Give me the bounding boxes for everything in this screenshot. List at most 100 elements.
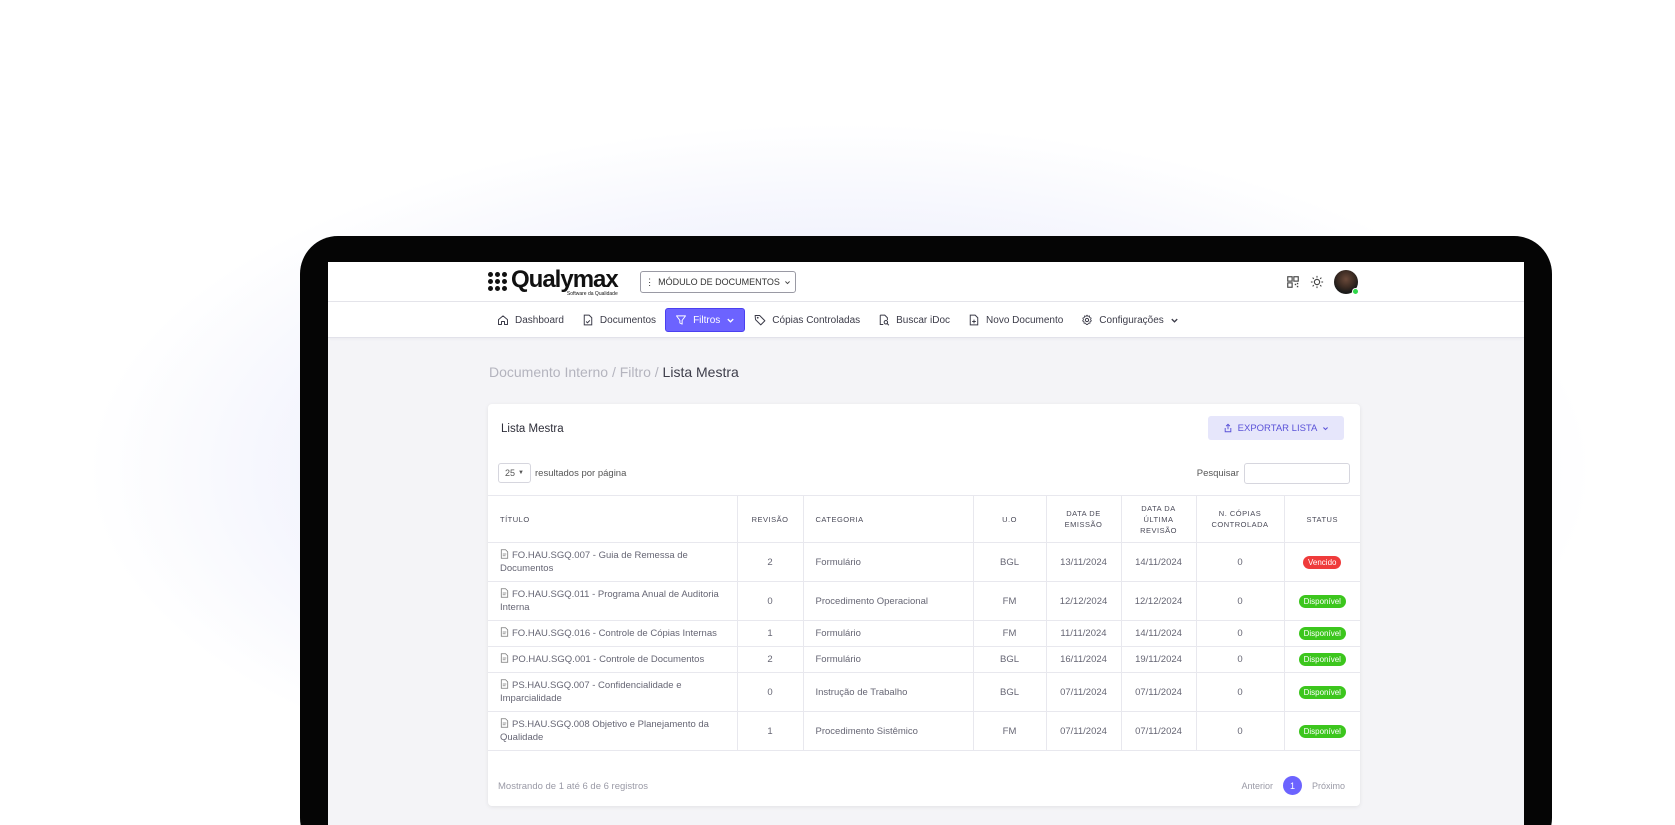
breadcrumb: Documento Interno / Filtro / Lista Mestr…	[489, 364, 739, 380]
cell-revisao: 1	[737, 711, 804, 751]
nav-item-dashboard[interactable]: Dashboard	[488, 308, 573, 332]
document-icon	[500, 588, 509, 598]
chevron-down-icon	[1323, 426, 1329, 430]
table-row[interactable]: PO.HAU.SGQ.001 - Controle de Documentos 2…	[488, 646, 1360, 673]
home-icon	[498, 315, 508, 325]
cell-titulo[interactable]: PS.HAU.SGQ.008 Objetivo e Planejamento d…	[488, 711, 738, 751]
status-badge: Disponível	[1298, 724, 1346, 738]
col-copias-controladas[interactable]: N. CÓPIAS CONTROLADA	[1196, 495, 1285, 543]
cell-titulo[interactable]: FO.HAU.SGQ.016 - Controle de Cópias Inte…	[488, 620, 738, 647]
logo[interactable]: Qualymax Software da Qualidade	[488, 266, 619, 297]
chevron-down-icon	[784, 280, 790, 284]
cell-categoria: Instrução de Trabalho	[803, 672, 974, 712]
cell-uo: BGL	[973, 542, 1047, 582]
breadcrumb-documento-interno[interactable]: Documento Interno	[489, 364, 608, 380]
cell-data-ultima-revisao: 14/11/2024	[1121, 620, 1197, 647]
cell-copias: 0	[1196, 581, 1285, 621]
cell-titulo[interactable]: PO.HAU.SGQ.001 - Controle de Documentos	[488, 646, 738, 673]
app-screen: Qualymax Software da Qualidade ⋮ MÓDULO …	[328, 262, 1524, 825]
avatar[interactable]	[1334, 270, 1359, 295]
cell-copias: 0	[1196, 672, 1285, 712]
table-row[interactable]: FO.HAU.SGQ.007 - Guia de Remessa de Docu…	[488, 542, 1360, 582]
cell-titulo[interactable]: PS.HAU.SGQ.007 - Confidencialidade e Imp…	[488, 672, 738, 712]
document-icon	[500, 549, 509, 559]
col-data-emissao[interactable]: DATA DE EMISSÃO	[1046, 495, 1122, 543]
main-nav: Dashboard Documentos Filtros Cópias Cont…	[328, 302, 1524, 338]
cell-uo: FM	[973, 620, 1047, 647]
document-check-icon	[583, 314, 593, 326]
sun-icon[interactable]	[1310, 275, 1324, 289]
document-icon	[500, 627, 509, 637]
module-selector-button[interactable]: ⋮ MÓDULO DE DOCUMENTOS	[640, 271, 796, 293]
cell-data-emissao: 12/12/2024	[1046, 581, 1122, 621]
pagination-page-1[interactable]: 1	[1282, 776, 1302, 795]
breadcrumb-current: Lista Mestra	[662, 364, 739, 380]
kebab-icon: ⋮	[645, 276, 655, 287]
logo-subtitle: Software da Qualidade	[566, 291, 618, 297]
document-icon	[500, 653, 509, 663]
cell-copias: 0	[1196, 620, 1285, 647]
breadcrumb-filtro[interactable]: Filtro	[620, 364, 651, 380]
col-revisao[interactable]: REVISÃO	[737, 495, 804, 543]
pagination-previous[interactable]: Anterior	[1241, 781, 1273, 791]
cell-uo: FM	[973, 581, 1047, 621]
document-icon	[500, 679, 509, 689]
caret-down-icon: ▼	[518, 470, 524, 476]
cell-revisao: 2	[737, 646, 804, 673]
chevron-down-icon	[727, 318, 734, 323]
col-status[interactable]: STATUS	[1284, 495, 1360, 543]
per-page-label: resultados por página	[535, 467, 627, 479]
cell-data-ultima-revisao: 14/11/2024	[1121, 542, 1197, 582]
cell-data-ultima-revisao: 19/11/2024	[1121, 646, 1197, 673]
cell-copias: 0	[1196, 646, 1285, 673]
col-categoria[interactable]: CATEGORIA	[803, 495, 974, 543]
nav-item-buscar-idoc[interactable]: Buscar iDoc	[869, 308, 959, 332]
module-button-label: MÓDULO DE DOCUMENTOS	[658, 277, 780, 287]
tag-icon	[754, 315, 766, 326]
cell-data-emissao: 13/11/2024	[1046, 542, 1122, 582]
col-uo[interactable]: U.O	[973, 495, 1047, 543]
table-row[interactable]: FO.HAU.SGQ.016 - Controle de Cópias Inte…	[488, 620, 1360, 647]
document-add-icon	[969, 314, 979, 326]
nav-item-documentos[interactable]: Documentos	[573, 308, 665, 332]
search-input[interactable]	[1244, 463, 1350, 484]
cell-data-emissao: 16/11/2024	[1046, 646, 1122, 673]
documents-table: TÍTULO REVISÃO CATEGORIA U.O DATA DE EMIS…	[488, 495, 1360, 751]
nav-item-filtros[interactable]: Filtros	[665, 308, 746, 332]
search-label: Pesquisar	[1196, 468, 1239, 479]
cell-status: Disponível	[1284, 672, 1360, 712]
cell-titulo[interactable]: FO.HAU.SGQ.011 - Programa Anual de Audit…	[488, 581, 738, 621]
cell-revisao: 0	[737, 672, 804, 712]
cell-categoria: Procedimento Operacional	[803, 581, 974, 621]
status-badge: Disponível	[1298, 594, 1346, 608]
export-list-button[interactable]: EXPORTAR LISTA	[1208, 416, 1344, 440]
status-badge: Vencido	[1303, 555, 1342, 569]
document-icon	[500, 718, 509, 728]
nav-item-configuracoes[interactable]: Configurações	[1072, 308, 1187, 332]
cell-uo: BGL	[973, 646, 1047, 673]
cell-status: Disponível	[1284, 620, 1360, 647]
table-row[interactable]: FO.HAU.SGQ.011 - Programa Anual de Audit…	[488, 581, 1360, 621]
table-row[interactable]: PS.HAU.SGQ.008 Objetivo e Planejamento d…	[488, 711, 1360, 751]
filter-icon	[676, 315, 687, 325]
col-titulo[interactable]: TÍTULO	[488, 495, 738, 543]
table-row[interactable]: PS.HAU.SGQ.007 - Confidencialidade e Imp…	[488, 672, 1360, 712]
status-badge: Disponível	[1298, 653, 1346, 666]
cell-revisao: 0	[737, 581, 804, 621]
qr-code-icon[interactable]	[1286, 275, 1300, 289]
col-data-ultima-revisao[interactable]: DATA DA ÚLTIMA REVISÃO	[1121, 495, 1197, 543]
pagination-next[interactable]: Próximo	[1312, 781, 1345, 791]
card-title: Lista Mestra	[501, 423, 564, 435]
cell-data-ultima-revisao: 12/12/2024	[1121, 581, 1197, 621]
cell-data-emissao: 11/11/2024	[1046, 620, 1122, 647]
cell-titulo[interactable]: FO.HAU.SGQ.007 - Guia de Remessa de Docu…	[488, 542, 738, 582]
per-page-select[interactable]: 25 ▼	[498, 463, 531, 483]
logo-name: Qualymax	[511, 266, 619, 293]
cell-revisao: 1	[737, 620, 804, 647]
cell-data-ultima-revisao: 07/11/2024	[1121, 711, 1197, 751]
status-badge: Disponível	[1298, 627, 1346, 640]
cell-status: Disponível	[1284, 646, 1360, 673]
nav-item-novo-documento[interactable]: Novo Documento	[959, 308, 1072, 332]
nav-item-copias-controladas[interactable]: Cópias Controladas	[745, 308, 869, 332]
cell-status: Disponível	[1284, 711, 1360, 751]
